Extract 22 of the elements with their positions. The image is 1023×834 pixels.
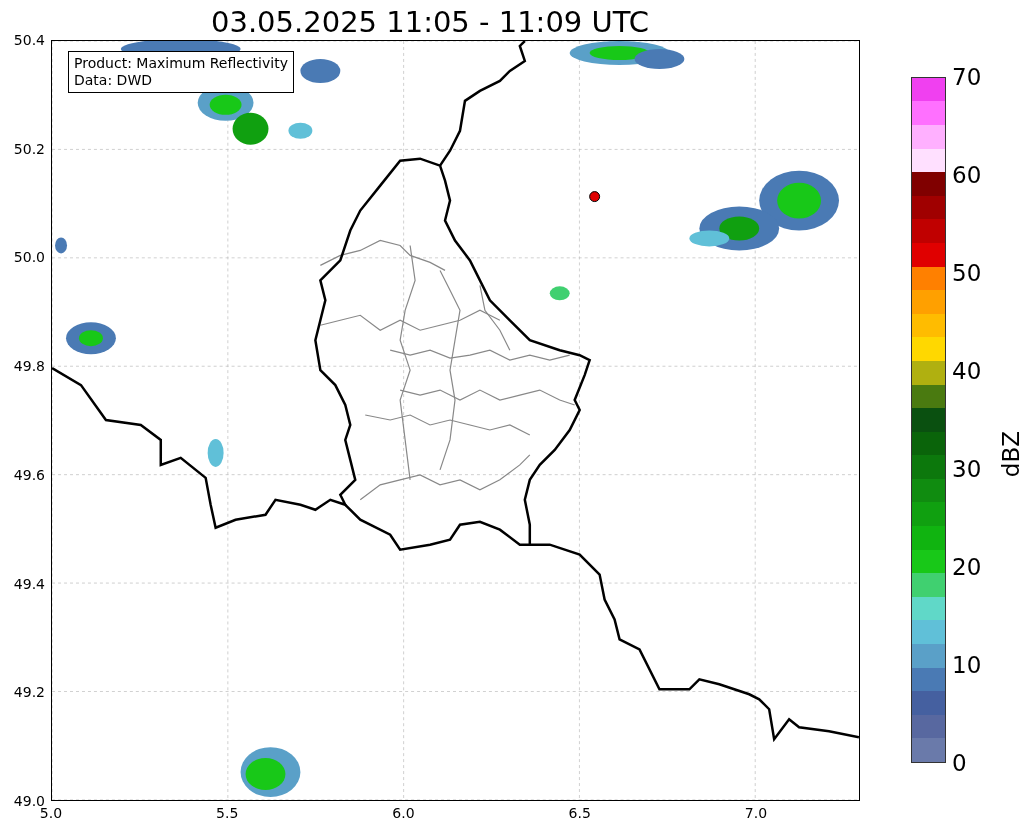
y-tick-label: 49.6	[13, 466, 45, 483]
x-tick-label: 5.5	[216, 805, 239, 821]
colorbar-tick-label: 20	[952, 554, 982, 580]
colorbar-tick-label: 0	[952, 750, 967, 776]
annotation-text: Data: DWD	[74, 72, 153, 89]
y-tick-label: 49.2	[13, 684, 45, 701]
colorbar-tick-label: 10	[952, 652, 982, 678]
colorbar-tick-label: 30	[952, 456, 982, 482]
x-tick-label: 7.0	[744, 805, 768, 821]
colorbar-tick-label: 50	[952, 260, 982, 286]
y-tick-label: 49.8	[13, 358, 45, 375]
x-tick-label: 6.0	[392, 805, 415, 821]
colorbar-tick-label: 40	[952, 358, 982, 384]
y-tick-label: 50.2	[13, 140, 45, 157]
y-tick-label: 50.4	[13, 32, 45, 48]
y-tick-label: 50.0	[13, 249, 45, 266]
annotation-text: Product: Maximum Reflectivity	[74, 55, 288, 72]
colorbar-tick-label: 60	[952, 162, 982, 188]
colorbar-tick-label: 70	[952, 64, 982, 90]
x-tick-label: 6.5	[568, 805, 591, 821]
y-tick-label: 49.4	[13, 575, 45, 592]
colorbar-label: dBZ	[998, 430, 1023, 478]
